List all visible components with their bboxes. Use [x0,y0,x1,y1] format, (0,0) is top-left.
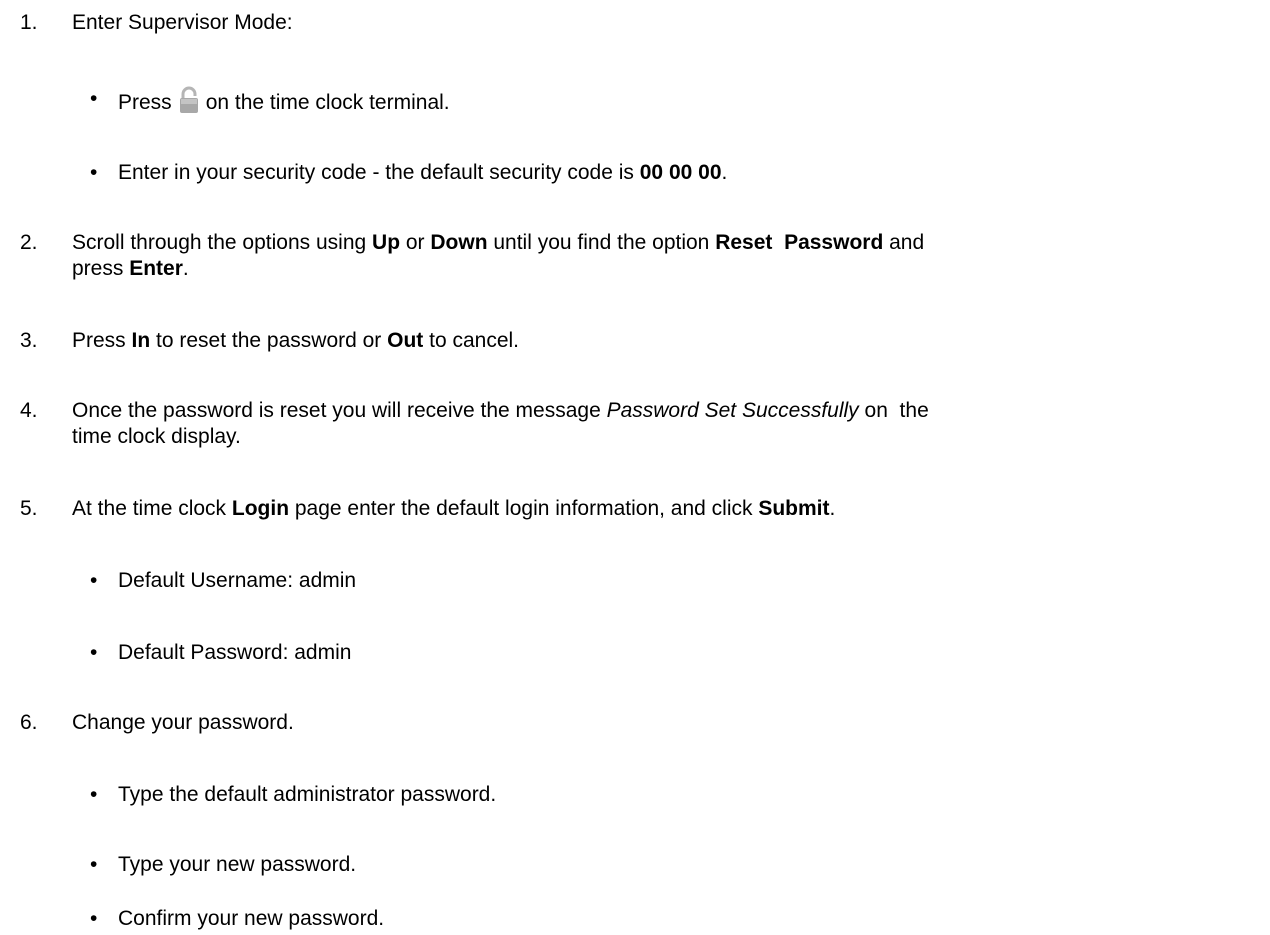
step-text: press [72,257,130,280]
key-out: Out [387,329,424,352]
page-login: Login [231,497,290,520]
key-down: Down [430,231,488,254]
step-text: Change your password. [72,711,294,734]
step-text: . [829,497,836,520]
bullet: • [90,853,98,876]
option-name: Reset Password [715,231,884,254]
step-number: 5. [20,497,38,520]
step-text: to cancel. [423,329,520,352]
step-number: 6. [20,711,38,734]
bullet-text: Type your new password. [118,853,357,876]
bullet: • [90,783,98,806]
message-text: Password Set Successfully [606,399,859,422]
bullet: • [90,161,98,184]
step-number: 4. [20,399,38,422]
step-text: Once the password is reset you will rece… [72,399,607,422]
step-text: and [883,231,925,254]
lock-icon [178,86,200,114]
step-text: to reset the password or [150,329,388,352]
step-number: 2. [20,231,38,254]
bullet-text-post: . [721,161,728,184]
bullet-text: Default Username: admin [118,569,357,592]
step-text: . [182,257,189,280]
step-text: or [400,231,431,254]
bullet: • [90,907,98,930]
bullet-text: Confirm your new password. [118,907,385,930]
key-in: In [131,329,151,352]
bullet-text-pre: Press [118,91,172,114]
key-enter: Enter [129,257,183,280]
step-text: time clock display. [72,425,241,448]
security-code: 00 00 00 [639,161,722,184]
step-number: 1. [20,11,38,34]
step-text: until you find the option [487,231,716,254]
step-number: 3. [20,329,38,352]
bullet-text-pre: Enter in your security code - the defaul… [118,161,640,184]
step-text: page enter the default login information… [289,497,759,520]
bullet: • [90,641,98,664]
step-text: Enter Supervisor Mode: [72,11,293,34]
bullet-text-post: on the time clock terminal. [205,91,450,114]
key-up: Up [372,231,401,254]
step-text: Press [72,329,132,352]
step-text: on the [858,399,929,422]
bullet: • [90,87,98,110]
bullet: • [90,569,98,592]
step-text: Scroll through the options using [72,231,373,254]
button-submit: Submit [758,497,830,520]
bullet-text: Type the default administrator password. [118,783,497,806]
step-text: At the time clock [72,497,232,520]
bullet-text: Default Password: admin [118,641,352,664]
